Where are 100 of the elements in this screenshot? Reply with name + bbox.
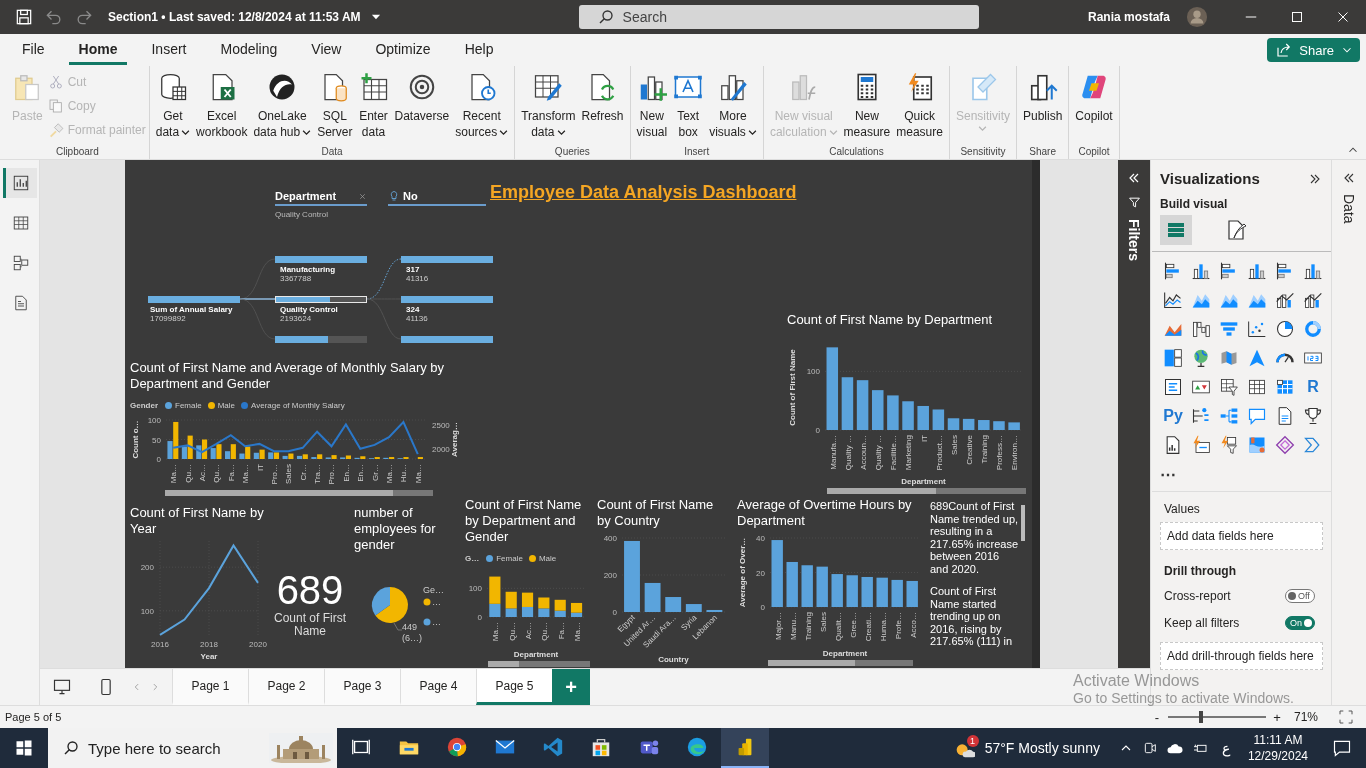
toggle-label: Cross-report	[1164, 588, 1231, 603]
clock-time[interactable]: 11:11 AM	[1253, 732, 1303, 748]
ribbon-button[interactable]: Transform data	[518, 72, 579, 140]
ribbon-button[interactable]: New measure	[840, 72, 894, 140]
axis-category-label: Sales	[818, 612, 828, 632]
toggle-switch[interactable]: Off	[1285, 588, 1315, 603]
zoom-out-button[interactable]: -	[1149, 709, 1164, 725]
page-tab[interactable]: Page 4	[400, 669, 476, 705]
language-indicator[interactable]: ع	[1221, 740, 1230, 756]
legend-label[interactable]: Female	[496, 553, 523, 563]
axis-title: Department	[513, 650, 559, 659]
ribbon-button[interactable]: Dataverse	[391, 72, 453, 124]
ribbon-button[interactable]: Publish	[1020, 72, 1066, 124]
page-tab[interactable]: Page 2	[248, 669, 324, 705]
activation-title: Activate Windows	[1073, 672, 1201, 690]
ribbon-button[interactable]: Enter data	[355, 72, 392, 140]
axis-title: Year	[200, 652, 218, 661]
pane-title: Visualizations	[1160, 170, 1260, 187]
group-label: Data	[321, 146, 343, 157]
toggle-switch[interactable]: On	[1285, 615, 1315, 630]
ribbon-button[interactable]: Recent sources	[452, 72, 512, 140]
axis-category-label: Major…	[773, 612, 783, 640]
node-value: 41316	[406, 274, 429, 283]
group-label: Queries	[554, 146, 590, 157]
legend-label[interactable]: Average of Monthly Salary	[251, 400, 345, 410]
visual-type-button[interactable]: Py	[1160, 405, 1186, 427]
axis-category-label: Sales	[284, 464, 294, 484]
axis-category-label: IT	[919, 435, 929, 443]
visual-type-button[interactable]: R	[1300, 376, 1326, 398]
axis-tick-label: 50	[152, 435, 161, 445]
axis-tick-label: 2016	[151, 640, 169, 649]
axis-tick-label: 200	[140, 563, 154, 573]
legend-label[interactable]: …	[432, 597, 441, 607]
drop-zone[interactable]: Add data fields here	[1160, 522, 1323, 550]
axis-tick-label: 400	[603, 534, 617, 543]
card-label: Count of First Name	[273, 612, 347, 638]
axis-tick-label: 100	[140, 606, 154, 616]
axis-category-label: Profess…	[995, 435, 1005, 471]
pane-title[interactable]: Filters	[1126, 219, 1142, 261]
section-label: Values	[1164, 502, 1201, 516]
node-value: 3367788	[280, 274, 312, 283]
page-indicator: Page 5 of 5	[5, 711, 62, 723]
axis-title: Department	[822, 649, 868, 658]
menu-tab[interactable]: Modeling	[210, 35, 288, 65]
page-tab[interactable]: Page 3	[324, 669, 400, 705]
page-tab[interactable]: Page 1	[172, 669, 248, 705]
ribbon-button[interactable]: New visual	[633, 72, 671, 140]
menu-tab[interactable]: Insert	[141, 35, 197, 65]
menu-tab[interactable]: Help	[454, 35, 504, 65]
group-label: Calculations	[829, 146, 884, 157]
axis-category-label: Pro…	[269, 464, 279, 485]
toggle-label: Keep all filters	[1164, 615, 1240, 630]
axis-category-label: Creati…	[863, 612, 873, 642]
axis-category-label: Training	[803, 612, 813, 641]
add-page-button[interactable]: +	[552, 669, 590, 705]
zoom-value: 71%	[1293, 710, 1318, 724]
axis-category-label: Ma…	[413, 464, 423, 484]
axis-category-label: Fa…	[226, 464, 236, 482]
notification-badge: 1	[966, 735, 979, 747]
axis-tick-label: 200	[603, 571, 617, 580]
search-field[interactable]: Search	[578, 5, 979, 29]
axis-category-label: Product…	[934, 435, 944, 471]
node-label: 324	[406, 305, 420, 314]
ribbon-button[interactable]: Quick measure	[893, 72, 946, 140]
legend-label[interactable]: …	[432, 617, 441, 627]
zoom-in-button[interactable]: +	[1269, 709, 1284, 725]
axis-category-label: Qu…	[540, 622, 550, 641]
slicer-header[interactable]: Department	[275, 188, 367, 206]
menu-tab[interactable]: View	[301, 35, 352, 65]
axis-tick-label: 100	[806, 367, 820, 377]
ribbon-button[interactable]: OneLake data hub	[250, 72, 315, 140]
axis-category-label: Environ…	[1010, 435, 1020, 471]
section-title: Build visual	[1160, 197, 1229, 211]
axis-category-label: Qu…	[212, 464, 222, 483]
group-label: Clipboard	[55, 146, 99, 157]
ribbon-button[interactable]: More visuals	[706, 72, 760, 140]
drop-zone[interactable]: Add drill-through fields here	[1160, 642, 1323, 670]
menu-tab[interactable]: Optimize	[365, 35, 441, 65]
axis-category-label: Ac…	[197, 464, 207, 482]
weather-text[interactable]: 57°F Mostly sunny	[984, 740, 1100, 756]
pane-title[interactable]: Data	[1341, 194, 1357, 224]
axis-category-label: Sales	[949, 435, 959, 455]
axis-category-label: Hu…	[399, 464, 409, 483]
ribbon-button[interactable]: Excel workbook	[193, 72, 251, 140]
share-button[interactable]: Share	[1267, 38, 1360, 62]
clock-date[interactable]: 12/29/2024	[1247, 748, 1308, 764]
page-tab[interactable]: Page 5	[476, 669, 552, 705]
more-button[interactable]: ⋯	[1160, 463, 1186, 485]
ribbon-button[interactable]: Copilot	[1072, 72, 1116, 124]
legend-label[interactable]: Male	[538, 553, 557, 563]
legend-label[interactable]: Male	[217, 400, 236, 410]
legend-label[interactable]: Female	[175, 400, 202, 410]
narrative-paragraph: Count of First Name started trending up on 2016, rising by 217.65% (111) in	[930, 585, 1014, 648]
ribbon-button[interactable]: Text box	[670, 72, 707, 140]
menu-tab[interactable]: File	[12, 35, 55, 65]
ribbon-button[interactable]: Refresh	[578, 72, 627, 124]
ribbon-button[interactable]: Get data	[152, 72, 194, 140]
axis-tick-label: 2018	[200, 640, 218, 649]
ribbon-button[interactable]: SQL Server	[314, 72, 356, 140]
slicer-header[interactable]: No	[388, 188, 486, 206]
